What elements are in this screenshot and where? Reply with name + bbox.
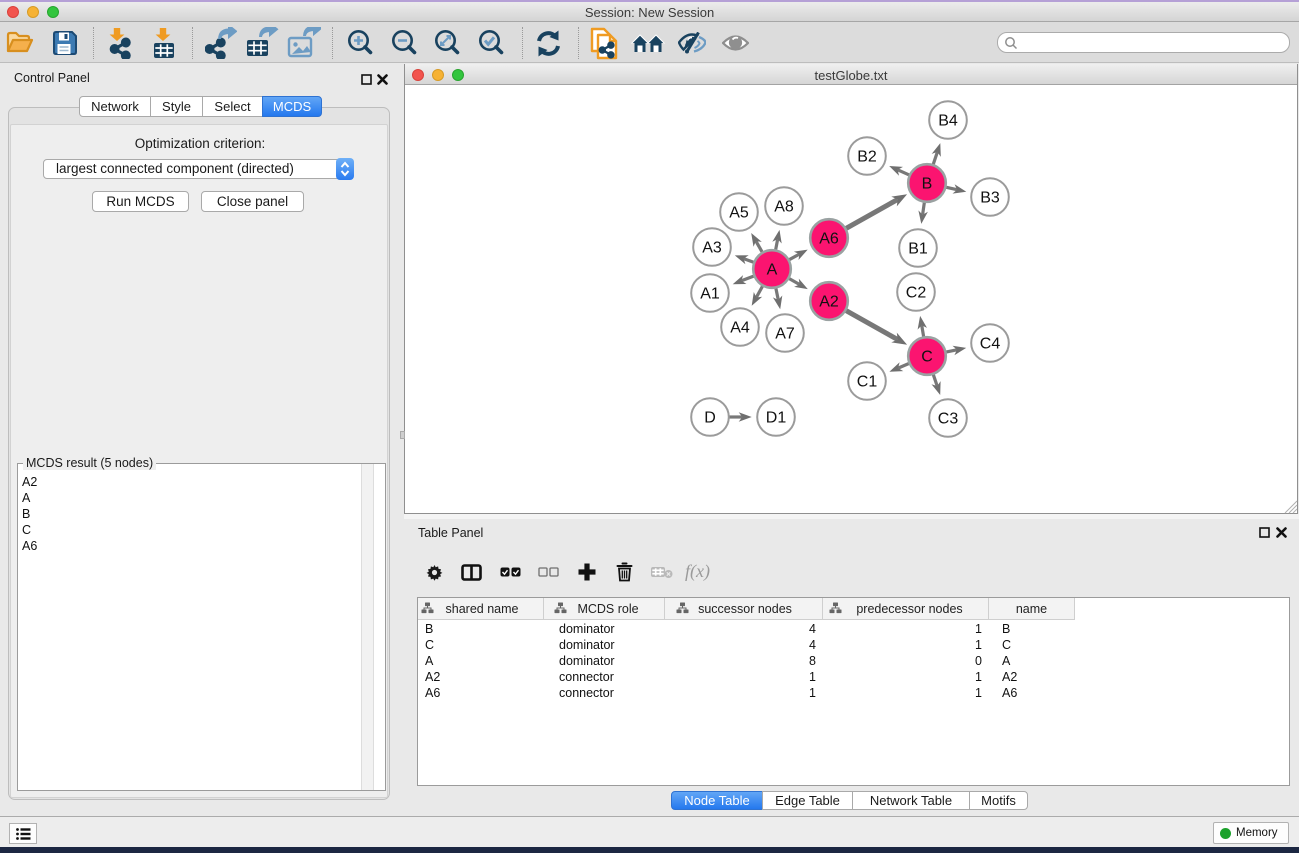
- svg-text:B3: B3: [980, 190, 1000, 207]
- svg-text:B: B: [922, 176, 933, 193]
- svg-text:A1: A1: [700, 286, 720, 303]
- svg-text:B1: B1: [908, 241, 928, 258]
- svg-text:A7: A7: [775, 326, 795, 343]
- svg-text:D: D: [704, 410, 716, 427]
- svg-text:A8: A8: [774, 199, 794, 216]
- svg-text:A3: A3: [702, 240, 722, 257]
- svg-text:C2: C2: [906, 285, 927, 302]
- svg-text:C: C: [921, 349, 933, 366]
- svg-text:D1: D1: [766, 410, 787, 427]
- svg-text:C1: C1: [857, 374, 878, 391]
- svg-text:A5: A5: [729, 205, 749, 222]
- svg-text:A4: A4: [730, 320, 750, 337]
- svg-text:B2: B2: [857, 149, 877, 166]
- svg-text:A6: A6: [819, 231, 839, 248]
- svg-text:A2: A2: [819, 294, 839, 311]
- svg-text:C3: C3: [938, 411, 959, 428]
- svg-text:C4: C4: [980, 336, 1001, 353]
- svg-text:B4: B4: [938, 113, 958, 130]
- svg-text:A: A: [767, 262, 778, 279]
